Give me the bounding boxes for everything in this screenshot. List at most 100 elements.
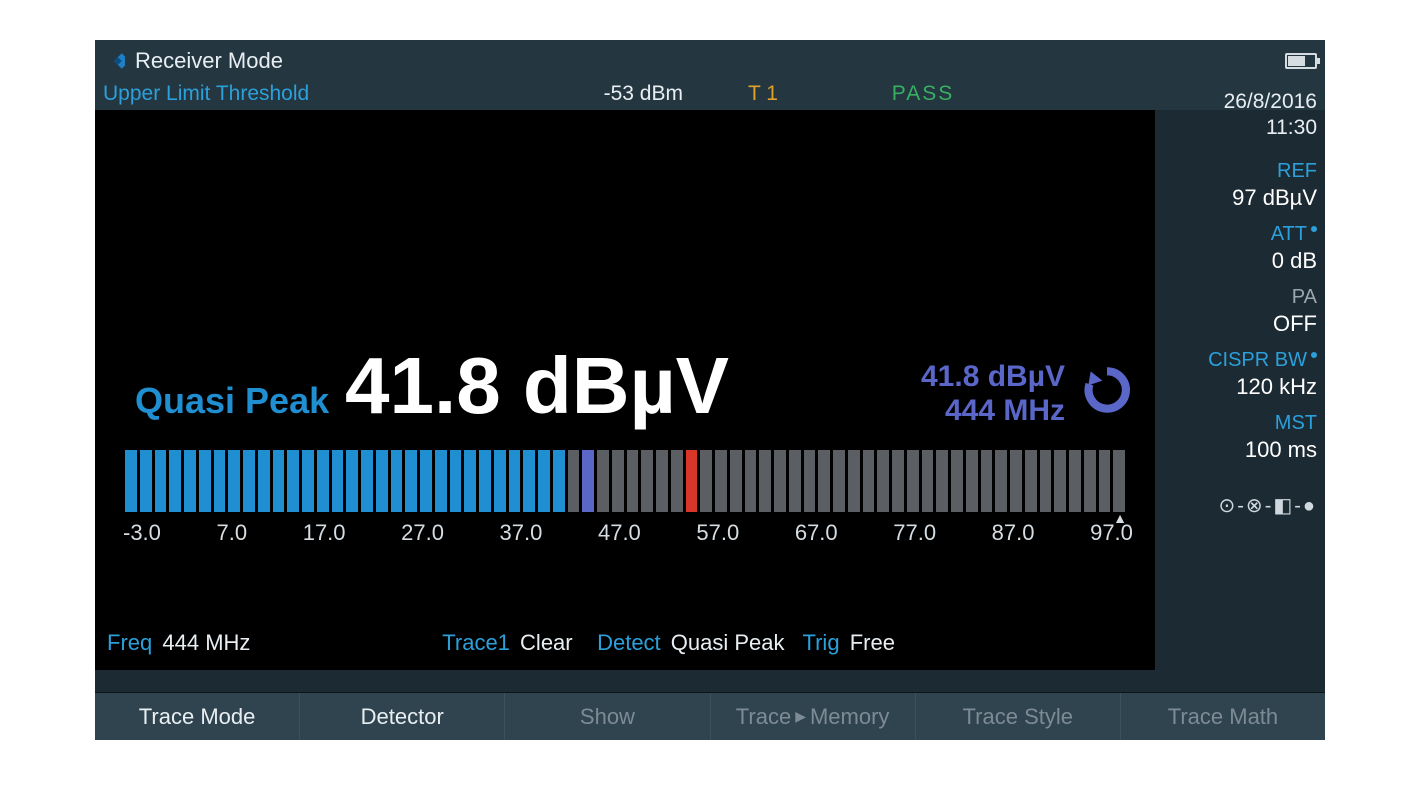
scale-tick: -3.0 xyxy=(123,520,161,546)
bargraph-segment xyxy=(686,450,698,512)
bargraph-segment xyxy=(243,450,255,512)
bargraph-segment xyxy=(877,450,889,512)
bargraph-segment xyxy=(509,450,521,512)
ref-label[interactable]: REF xyxy=(1157,160,1317,183)
softkey-trace-to-memory-a: Trace xyxy=(736,704,791,730)
bargraph-segment xyxy=(1040,450,1052,512)
instrument-screen: Receiver Mode Upper Limit Threshold -53 … xyxy=(95,40,1325,740)
scale-tick: 27.0 xyxy=(401,520,444,546)
bargraph-segment xyxy=(214,450,226,512)
pa-label[interactable]: PA xyxy=(1157,286,1317,309)
bargraph-segment xyxy=(848,450,860,512)
scale-tick: 17.0 xyxy=(303,520,346,546)
scale-tick: 57.0 xyxy=(696,520,739,546)
bargraph-segment xyxy=(346,450,358,512)
pa-value: OFF xyxy=(1157,311,1317,337)
bargraph-scale: -3.07.017.027.037.047.057.067.077.087.09… xyxy=(123,520,1133,546)
scale-tick: 37.0 xyxy=(500,520,543,546)
trig-label: Trig xyxy=(802,630,839,655)
bargraph-segment xyxy=(479,450,491,512)
bargraph-segment xyxy=(892,450,904,512)
bargraph-segment xyxy=(656,450,668,512)
trace-mode-label: Trace1 xyxy=(442,630,510,655)
battery-icon xyxy=(1285,53,1317,69)
bargraph-segment xyxy=(1113,450,1125,512)
bargraph-segment xyxy=(1025,450,1037,512)
bargraph-segment xyxy=(125,450,137,512)
bargraph-segment xyxy=(435,450,447,512)
bargraph-segment xyxy=(671,450,683,512)
scale-tick: 7.0 xyxy=(217,520,248,546)
bargraph-segment xyxy=(169,450,181,512)
scale-tick: 67.0 xyxy=(795,520,838,546)
max-hold-freq: 444 MHz xyxy=(921,394,1065,428)
bargraph-segment xyxy=(140,450,152,512)
side-panel: 26/8/2016 11:30 REF 97 dBµV ATT 0 dB PA … xyxy=(1157,88,1317,518)
bargraph-segment xyxy=(199,450,211,512)
freq-value: 444 MHz xyxy=(162,630,250,655)
info-bar: Freq 444 MHz Trace1 Clear Detect Quasi P… xyxy=(107,630,1143,656)
mst-value: 100 ms xyxy=(1157,437,1317,463)
bargraph-segment xyxy=(981,450,993,512)
bargraph-segment xyxy=(907,450,919,512)
detector-label: Quasi Peak xyxy=(135,380,329,422)
bargraph-segment xyxy=(597,450,609,512)
softkey-trace-style[interactable]: Trace Style xyxy=(916,693,1121,740)
att-label[interactable]: ATT xyxy=(1157,223,1317,246)
cispr-bw-value: 120 kHz xyxy=(1157,374,1317,400)
softkey-trace-to-memory[interactable]: Trace ▶ Memory xyxy=(711,693,916,740)
bargraph-segment xyxy=(317,450,329,512)
softkey-detector[interactable]: Detector xyxy=(300,693,505,740)
bargraph-segment xyxy=(302,450,314,512)
detect-value: Quasi Peak xyxy=(671,630,785,655)
bargraph-segment xyxy=(450,450,462,512)
softkey-trace-mode[interactable]: Trace Mode xyxy=(95,693,300,740)
bargraph-segment xyxy=(804,450,816,512)
bargraph-segment xyxy=(538,450,550,512)
limit-value: -53 dBm xyxy=(483,82,683,106)
bargraph-segment xyxy=(184,450,196,512)
bargraph-segment xyxy=(863,450,875,512)
title-bar: Receiver Mode xyxy=(95,40,1325,78)
bargraph-segment xyxy=(361,450,373,512)
mode-title: Receiver Mode xyxy=(135,48,283,74)
bargraph-segment xyxy=(759,450,771,512)
mst-label[interactable]: MST xyxy=(1157,412,1317,435)
bargraph-segment xyxy=(523,450,535,512)
bargraph-segment xyxy=(936,450,948,512)
limit-label: Upper Limit Threshold xyxy=(103,82,483,106)
bargraph-segment xyxy=(818,450,830,512)
bargraph-segment xyxy=(420,450,432,512)
bargraph-segment xyxy=(627,450,639,512)
scale-tick: 87.0 xyxy=(992,520,1035,546)
ref-value: 97 dBµV xyxy=(1157,185,1317,211)
scale-tick: 47.0 xyxy=(598,520,641,546)
reset-maxhold-icon[interactable] xyxy=(1079,362,1135,418)
bargraph-segment xyxy=(228,450,240,512)
detect-label: Detect xyxy=(597,630,661,655)
cispr-bw-label[interactable]: CISPR BW xyxy=(1157,349,1317,372)
level-reading: 41.8 dBµV xyxy=(345,340,729,432)
bargraph-segment xyxy=(391,450,403,512)
bargraph-segment xyxy=(494,450,506,512)
softkey-show[interactable]: Show xyxy=(505,693,710,740)
att-value: 0 dB xyxy=(1157,248,1317,274)
bargraph-segment xyxy=(1099,450,1111,512)
freq-label: Freq xyxy=(107,630,152,655)
scale-tick: 97.0 xyxy=(1090,520,1133,546)
bargraph-segment xyxy=(833,450,845,512)
bargraph-segment xyxy=(1054,450,1066,512)
logo-icon xyxy=(103,50,125,72)
bargraph-segment xyxy=(155,450,167,512)
bargraph-segment xyxy=(966,450,978,512)
softkey-trace-math[interactable]: Trace Math xyxy=(1121,693,1325,740)
bargraph-segment xyxy=(287,450,299,512)
max-hold-level: 41.8 dBµV xyxy=(921,360,1065,394)
bargraph-segment xyxy=(774,450,786,512)
max-hold-readout: 41.8 dBµV 444 MHz xyxy=(921,360,1065,428)
measurement-area: Quasi Peak 41.8 dBµV 41.8 dBµV 444 MHz ▲… xyxy=(95,110,1155,670)
bargraph-segment xyxy=(1084,450,1096,512)
bargraph-segment xyxy=(700,450,712,512)
signal-path-icon: ⊙-⊗-◧-● xyxy=(1157,493,1317,518)
status-bar: Upper Limit Threshold -53 dBm T 1 PASS xyxy=(95,78,1325,110)
